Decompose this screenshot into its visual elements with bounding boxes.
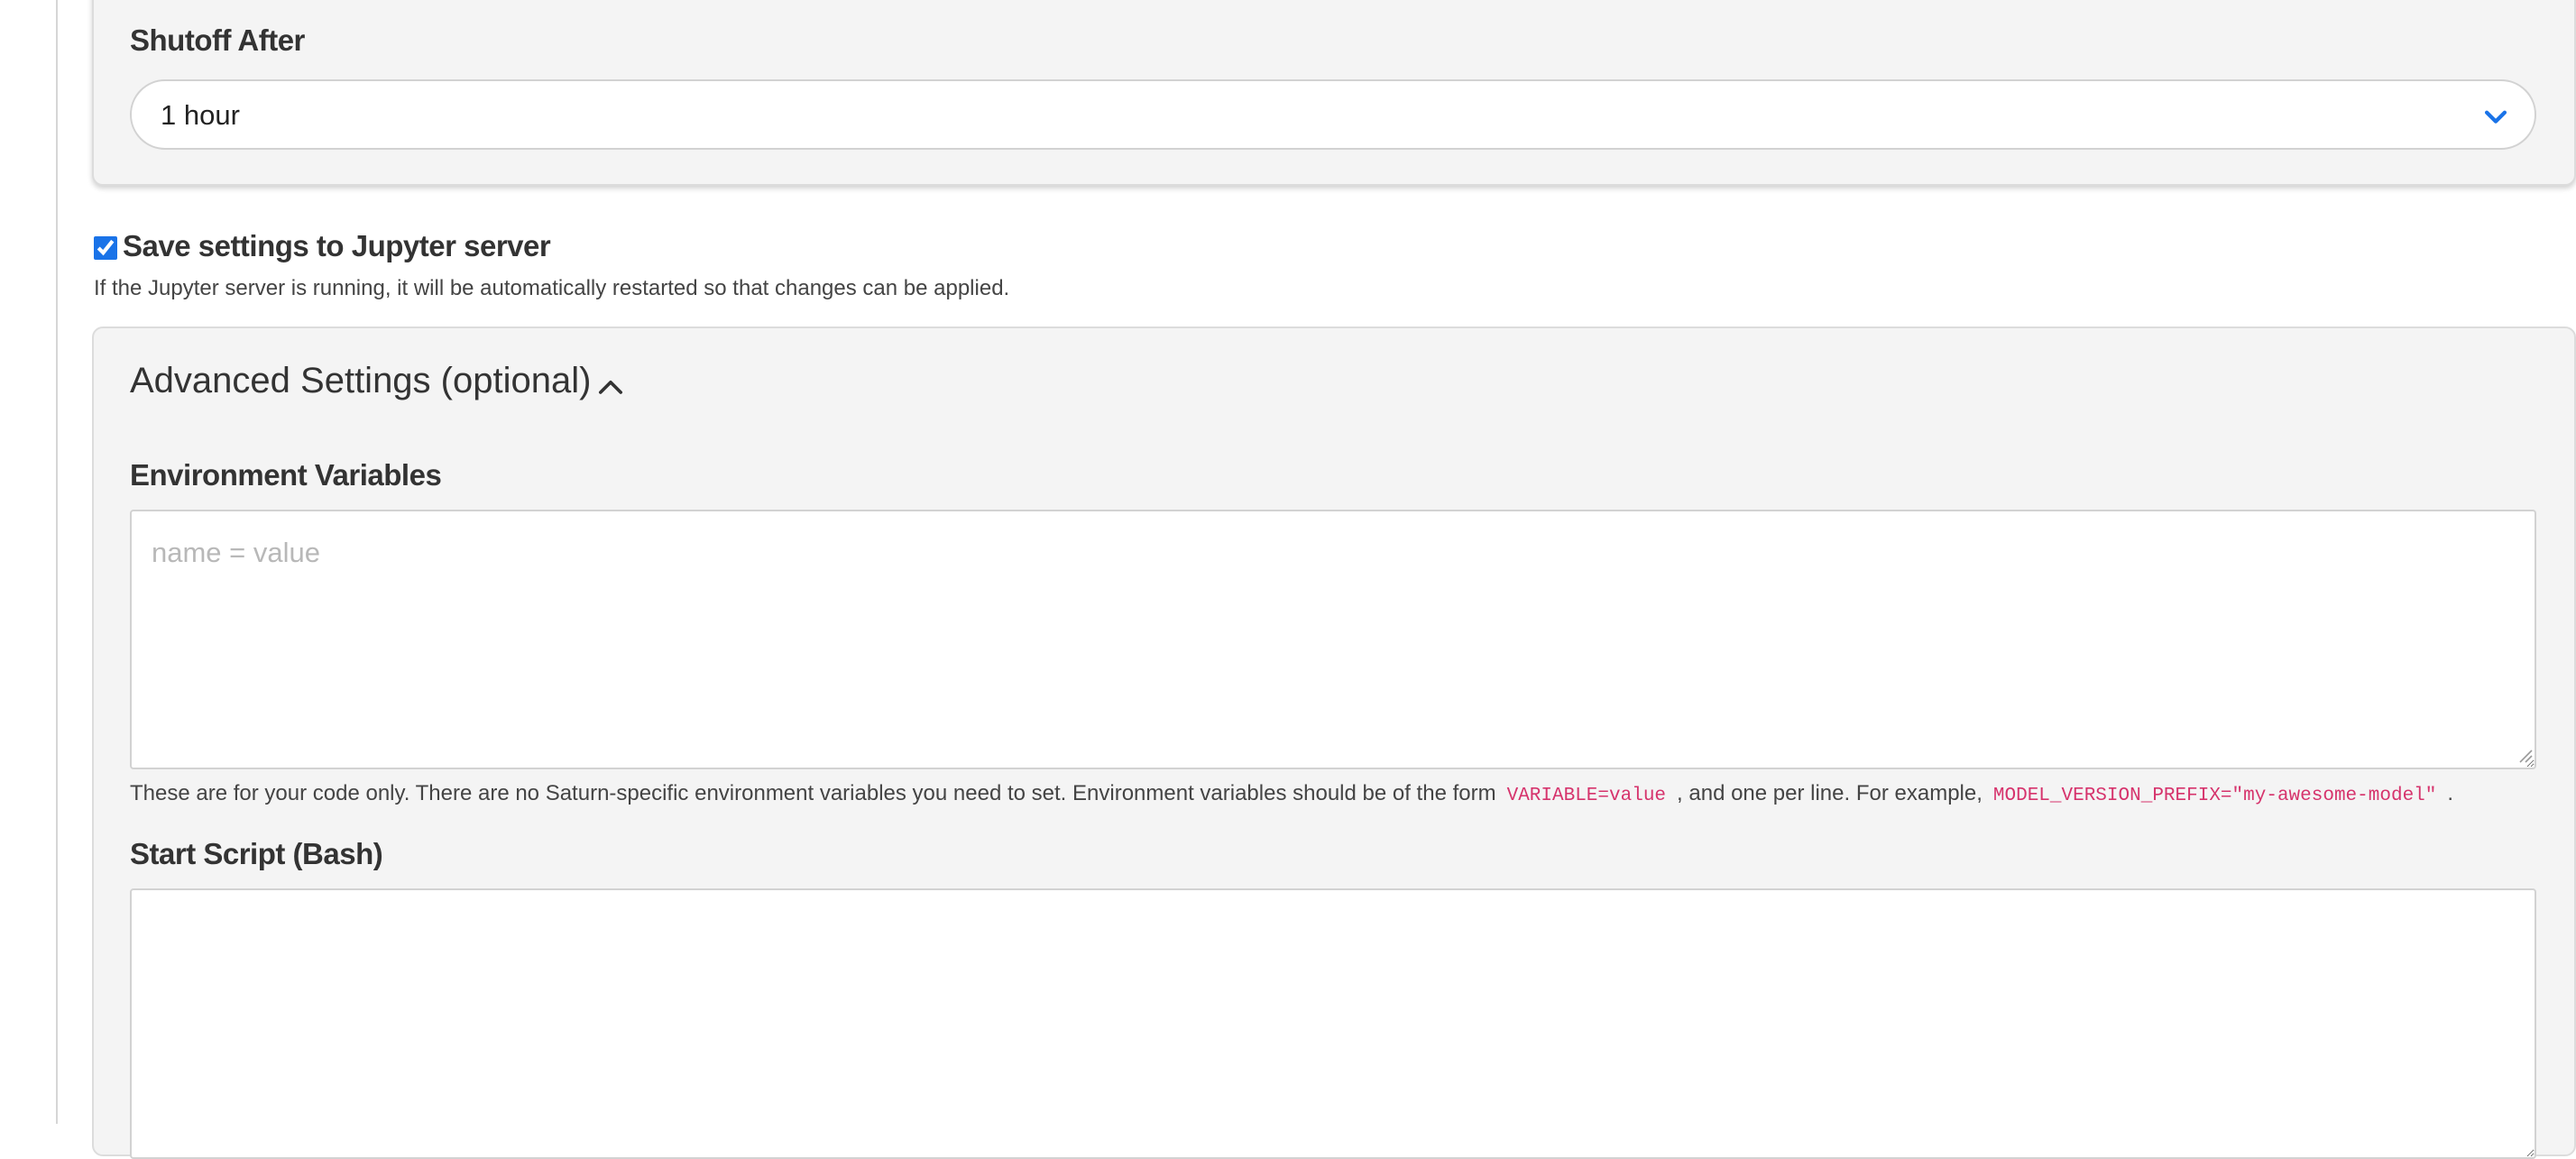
env-vars-textarea[interactable] [130,510,2536,769]
left-rail [0,0,58,1124]
shutoff-selected-value: 1 hour [161,99,240,131]
env-vars-help: These are for your code only. There are … [130,781,2453,806]
shutoff-select[interactable]: 1 hour [130,79,2536,150]
advanced-settings-toggle[interactable]: Advanced Settings (optional) [130,361,591,401]
start-script-textarea[interactable] [130,888,2536,1159]
shutoff-label: Shutoff After [130,23,305,57]
env-vars-help-code-2: MODEL_VERSION_PREFIX="my-awesome-model" [1992,786,2437,806]
env-vars-help-code-1: VARIABLE=value [1506,786,1667,806]
chevron-up-icon[interactable] [595,373,626,399]
save-settings-checkbox[interactable] [94,236,117,260]
save-settings-label[interactable]: Save settings to Jupyter server [123,229,551,263]
start-script-label: Start Script (Bash) [130,837,383,870]
save-settings-help: If the Jupyter server is running, it wil… [94,276,1010,300]
env-vars-label: Environment Variables [130,458,442,492]
env-vars-help-text-1: These are for your code only. There are … [130,781,1496,805]
chevron-down-icon [2484,110,2507,124]
env-vars-help-text-2: , and one per line. For example, [1677,781,1983,805]
resize-grip-icon[interactable] [2516,747,2533,763]
env-vars-help-text-3: . [2447,781,2454,805]
